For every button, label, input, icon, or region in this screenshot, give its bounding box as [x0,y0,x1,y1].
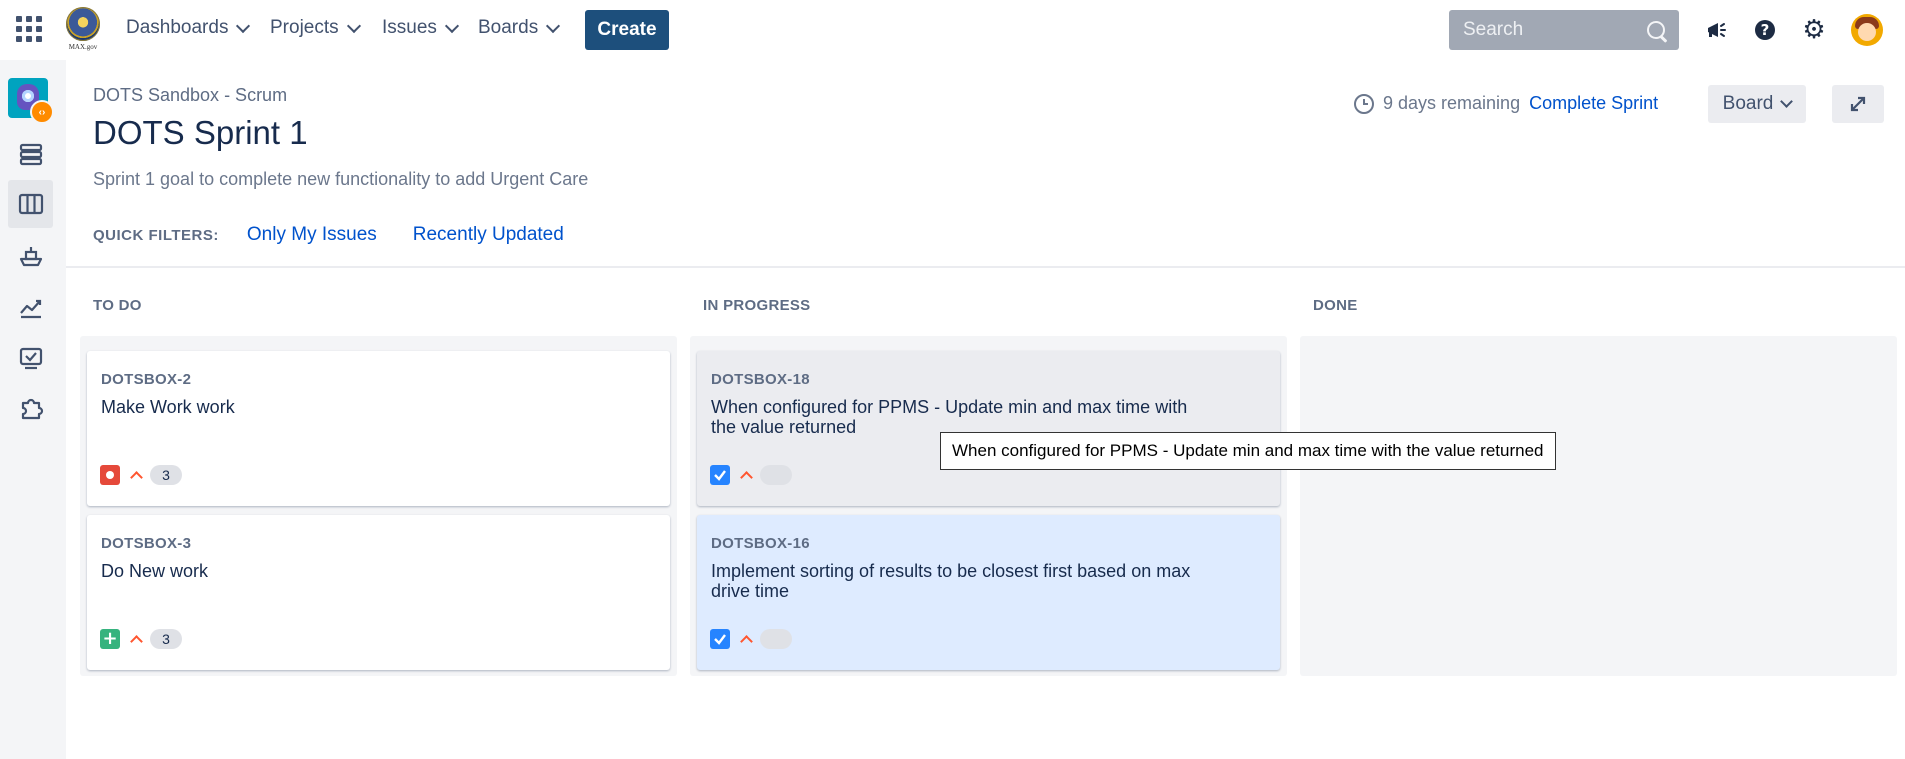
nav-issues-label: Issues [382,17,437,38]
sprint-meta: 9 days remaining Complete Sprint [1354,93,1658,114]
quick-filters-label: QUICK FILTERS: [93,226,219,244]
issue-summary: When configured for PPMS - Update min an… [711,397,1188,437]
top-navigation: MAX.gov Dashboards Projects Issues Board… [0,0,1905,60]
nav-issues[interactable]: Issues [382,17,459,39]
issue-card[interactable]: DOTSBOX-2 Make Work work 3 [87,351,670,506]
column-todo: DOTSBOX-2 Make Work work 3 DOTSBOX-3 Do … [80,336,677,676]
breadcrumb[interactable]: DOTS Sandbox - Scrum [93,85,287,106]
create-button[interactable]: Create [585,10,669,50]
search-box [1449,10,1679,50]
column-header-todo: TO DO [93,297,142,314]
notifications-megaphone-icon[interactable] [1702,16,1730,44]
column-in-progress: DOTSBOX-18 When configured for PPMS - Up… [690,336,1287,676]
filter-recently-updated[interactable]: Recently Updated [413,224,564,246]
nav-projects-label: Projects [270,17,339,38]
chevron-down-icon [546,18,561,33]
issue-key[interactable]: DOTSBOX-16 [711,535,810,552]
issue-card-selected[interactable]: DOTSBOX-16 Implement sorting of results … [697,515,1280,670]
board-icon[interactable] [8,180,53,228]
chevron-down-icon [346,18,361,33]
code-badge-icon: ‹› [30,100,54,124]
add-ons-icon[interactable] [8,384,53,432]
story-points-badge [760,465,792,485]
card-footer [710,465,792,485]
board-button-label: Board [1722,93,1774,114]
releases-icon[interactable] [8,232,53,280]
nav-boards[interactable]: Boards [478,17,561,39]
issues-icon[interactable] [8,334,53,382]
logo-text: MAX.gov [68,43,98,51]
days-remaining: 9 days remaining [1383,93,1521,113]
apps-grid-icon[interactable] [16,16,42,42]
chevron-down-icon [1780,95,1794,108]
search-icon[interactable] [1647,21,1665,39]
priority-high-icon [738,631,754,647]
issue-key[interactable]: DOTSBOX-18 [711,371,810,388]
nav-projects[interactable]: Projects [270,17,361,39]
header-divider [66,266,1905,268]
backlog-icon[interactable] [8,130,53,178]
avatar-face [1858,23,1876,41]
column-done [1300,336,1897,676]
search-input[interactable] [1449,18,1645,42]
reports-icon[interactable] [8,283,53,331]
help-icon[interactable]: ? [1751,16,1779,44]
task-checkbox-icon [710,629,730,649]
nav-dashboards[interactable]: Dashboards [126,17,251,39]
story-points-badge: 3 [150,465,182,485]
priority-high-icon [128,467,144,483]
nav-dashboards-label: Dashboards [126,17,229,38]
card-footer [710,629,792,649]
issue-summary: Do New work [101,561,209,581]
user-avatar[interactable] [1851,14,1883,46]
seal-icon [66,7,100,41]
board-dropdown-button[interactable]: Board [1708,85,1806,123]
priority-high-icon [738,467,754,483]
chevron-down-icon [236,18,251,33]
column-header-in-progress: IN PROGRESS [703,297,811,314]
story-points-badge [760,629,792,649]
gear-icon[interactable]: ⚙ [1800,16,1828,44]
project-avatar[interactable]: ‹› [8,78,54,124]
complete-sprint-link[interactable]: Complete Sprint [1529,93,1658,114]
story-points-badge: 3 [150,629,182,649]
expand-icon[interactable] [1832,85,1884,123]
project-sidebar: ‹› [0,60,66,759]
issue-summary: Implement sorting of results to be close… [711,561,1191,601]
summary-tooltip: When configured for PPMS - Update min an… [940,432,1556,470]
bug-icon [100,465,120,485]
clock-icon [1354,93,1374,114]
site-logo[interactable]: MAX.gov [64,7,102,53]
priority-high-icon [128,631,144,647]
issue-card[interactable]: DOTSBOX-18 When configured for PPMS - Up… [697,351,1280,506]
chevron-down-icon [444,18,459,33]
nav-boards-label: Boards [478,17,539,38]
column-header-done: DONE [1313,297,1358,314]
help-question-glyph: ? [1755,20,1775,40]
task-checkbox-icon [710,465,730,485]
new-feature-icon: + [100,629,120,649]
card-footer: 3 [100,465,182,485]
card-footer: + 3 [100,629,182,649]
gear-glyph: ⚙ [1802,15,1826,45]
sprint-goal: Sprint 1 goal to complete new functional… [93,169,589,189]
quick-filters: QUICK FILTERS: Only My Issues Recently U… [93,224,564,246]
issue-key[interactable]: DOTSBOX-2 [101,371,191,388]
page-title: DOTS Sprint 1 [93,114,308,151]
issue-summary: Make Work work [101,397,235,417]
filter-only-my-issues[interactable]: Only My Issues [247,224,377,246]
issue-key[interactable]: DOTSBOX-3 [101,535,191,552]
issue-card[interactable]: DOTSBOX-3 Do New work + 3 [87,515,670,670]
